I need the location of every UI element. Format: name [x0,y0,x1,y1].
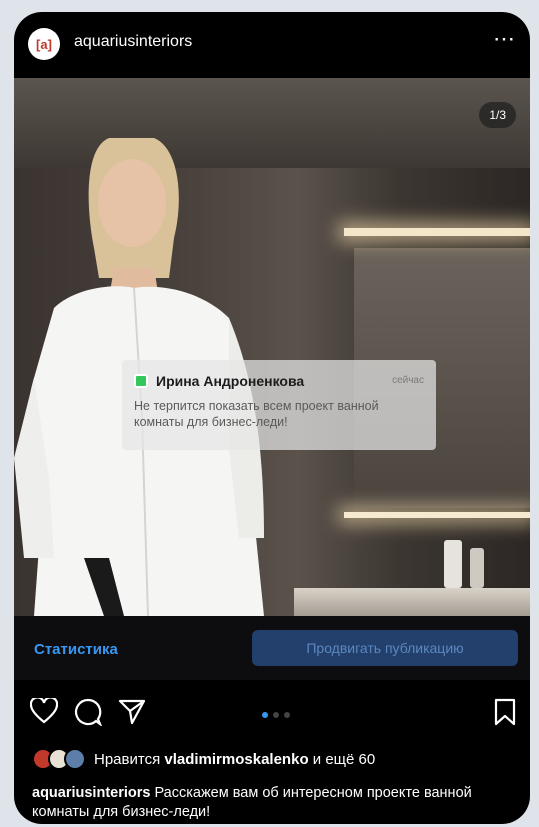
carousel-dot [284,712,290,718]
bookmark-icon[interactable] [494,698,516,726]
likes-text: Нравится vladimirmoskalenko и ещё 60 [94,751,375,768]
light-strip [344,228,530,236]
username[interactable]: aquariusinteriors [74,33,192,51]
share-icon[interactable] [118,698,146,726]
likes-prefix: Нравится [94,750,161,768]
caption-user[interactable]: aquariusinteriors [32,785,150,801]
post-header: [a] aquariusinteriors ⋯ [14,12,530,78]
heart-icon[interactable] [30,698,58,724]
promote-button[interactable]: Продвигать публикацию [252,630,518,666]
comment-icon[interactable] [74,698,102,726]
light-strip [344,512,530,518]
more-options-icon[interactable]: ⋯ [493,26,516,52]
insights-bar: Статистика Продвигать публикацию [14,616,530,680]
notification-text: Не терпится показать всем проект ванной … [134,399,379,429]
carousel-counter: 1/3 [479,102,516,128]
post-photo[interactable]: 1/3 Ирина Андроненкова сейчас Не терпитс… [14,78,530,616]
avatar[interactable]: [a] [28,28,60,60]
action-bar [14,690,530,734]
app-icon [134,374,148,388]
notification-sender: Ирина Андроненкова [156,373,305,389]
notification-card[interactable]: Ирина Андроненкова сейчас Не терпится по… [122,360,436,450]
carousel-dot [262,712,268,718]
carousel-dot [273,712,279,718]
instagram-post-screen: [a] aquariusinteriors ⋯ 1/3 Ирина Андрон… [14,12,530,824]
likes-suffix: и ещё 60 [312,750,376,768]
likes-user[interactable]: vladimirmoskalenko [164,751,308,768]
sink-counter [294,588,530,616]
caption: aquariusinteriors Расскажем вам об интер… [32,784,516,822]
likes-row[interactable]: Нравится vladimirmoskalenko и ещё 60 [32,748,375,770]
bottle [470,548,484,588]
carousel-dots [262,712,290,718]
statistics-link[interactable]: Статистика [34,641,118,658]
liker-avatar [64,748,86,770]
bottle [444,540,462,588]
notification-time: сейчас [392,375,424,386]
